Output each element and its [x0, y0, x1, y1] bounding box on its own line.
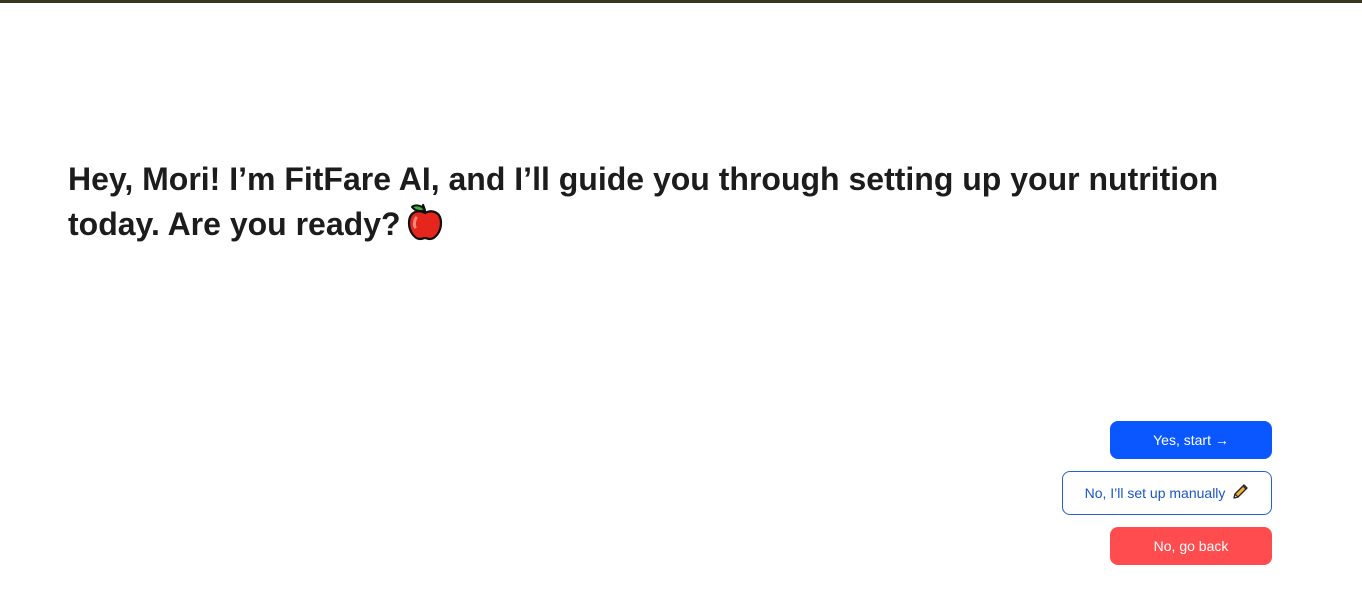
greeting-text: Hey, Mori! I’m FitFare AI, and I’ll guid…: [68, 161, 1219, 242]
go-back-label: No, go back: [1153, 538, 1229, 554]
yes-start-label: Yes, start →: [1153, 432, 1229, 448]
assistant-greeting: Hey, Mori! I’m FitFare AI, and I’ll guid…: [68, 157, 1278, 253]
setup-manually-label: No, I’ll set up manually: [1084, 485, 1226, 501]
apple-icon: [407, 203, 443, 253]
go-back-button[interactable]: No, go back: [1110, 527, 1272, 565]
setup-manually-button[interactable]: No, I’ll set up manually: [1062, 471, 1272, 515]
yes-start-button[interactable]: Yes, start →: [1110, 421, 1272, 459]
top-border: [0, 0, 1362, 3]
pencil-icon: [1231, 483, 1249, 504]
